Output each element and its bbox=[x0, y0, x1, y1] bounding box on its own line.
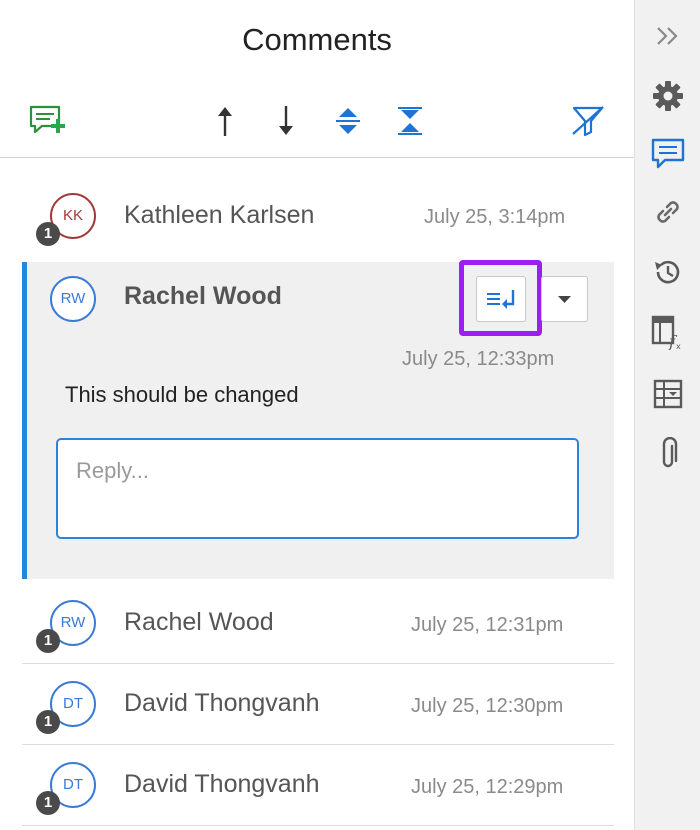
active-indicator bbox=[22, 262, 27, 579]
avatar: RW bbox=[50, 276, 96, 322]
toolbar-divider bbox=[0, 157, 634, 158]
reply-input[interactable] bbox=[56, 438, 579, 539]
row-divider bbox=[22, 825, 614, 826]
comment-time: July 25, 12:31pm bbox=[411, 614, 564, 636]
arrow-down-icon[interactable] bbox=[275, 104, 297, 138]
comment-author: David Thongvanh bbox=[124, 770, 320, 798]
add-comment-icon[interactable] bbox=[28, 104, 66, 138]
comment-author: Rachel Wood bbox=[124, 608, 274, 636]
avatar-initials: RW bbox=[60, 290, 86, 307]
reply-count-badge: 1 bbox=[36, 791, 60, 815]
right-sidebar: f x bbox=[634, 0, 700, 830]
comments-icon[interactable] bbox=[635, 134, 700, 174]
expand-all-icon[interactable] bbox=[334, 106, 362, 136]
settings-icon[interactable] bbox=[635, 76, 700, 116]
comment-time: July 25, 3:14pm bbox=[424, 206, 566, 228]
reply-count-badge: 1 bbox=[36, 710, 60, 734]
comment-author: Kathleen Karlsen bbox=[124, 201, 315, 229]
link-icon[interactable] bbox=[635, 192, 700, 232]
collapse-panel-icon[interactable] bbox=[635, 16, 700, 56]
svg-text:x: x bbox=[676, 342, 681, 350]
reply-count-badge: 1 bbox=[36, 629, 60, 653]
row-divider bbox=[22, 663, 614, 664]
table-icon[interactable] bbox=[635, 374, 700, 414]
formula-icon[interactable]: f x bbox=[635, 312, 700, 352]
reply-count-badge: 1 bbox=[36, 222, 60, 246]
collapse-all-icon[interactable] bbox=[396, 106, 424, 136]
comment-time: July 25, 12:30pm bbox=[411, 695, 564, 717]
comments-panel: Comments KK 1 Kathleen Karlsen July 25, … bbox=[0, 0, 634, 830]
resolve-icon bbox=[487, 290, 515, 309]
comment-body: This should be changed bbox=[65, 382, 299, 407]
panel-title: Comments bbox=[242, 22, 392, 57]
filter-off-icon[interactable] bbox=[570, 104, 606, 138]
row-divider bbox=[22, 744, 614, 745]
arrow-up-icon[interactable] bbox=[214, 104, 236, 138]
resolve-button[interactable] bbox=[476, 276, 526, 322]
more-options-button[interactable] bbox=[541, 276, 588, 322]
comment-author: David Thongvanh bbox=[124, 689, 320, 717]
history-icon[interactable] bbox=[635, 252, 700, 292]
comment-time: July 25, 12:33pm bbox=[402, 348, 555, 370]
chevron-down-icon bbox=[558, 296, 571, 303]
comment-author: Rachel Wood bbox=[124, 282, 282, 310]
comment-time: July 25, 12:29pm bbox=[411, 776, 564, 798]
attachment-icon[interactable] bbox=[635, 434, 700, 474]
